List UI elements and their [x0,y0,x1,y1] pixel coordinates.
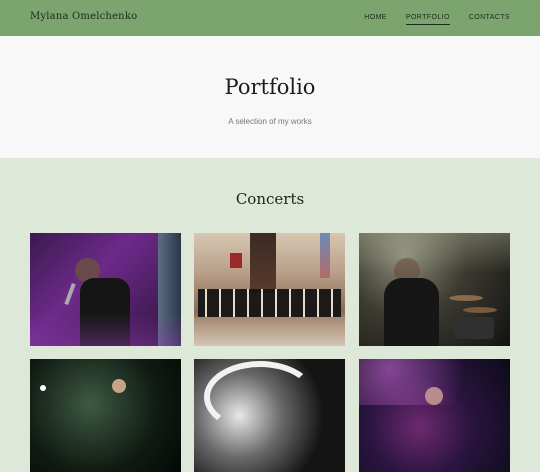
nav-contacts[interactable]: CONTACTS [469,14,510,23]
stage-light [40,385,46,391]
page-title: Portfolio [224,75,316,99]
drum-kit [454,317,494,339]
page-subtitle: A selection of my works [228,117,312,126]
concert-photo-singer-purple[interactable] [30,233,181,346]
concert-photo-monochrome[interactable] [194,359,345,472]
concert-photo-singer-dark[interactable] [30,359,181,472]
stage-glow [30,313,181,346]
organ-pipes [250,233,276,293]
nav-home[interactable]: HOME [364,14,387,23]
section-title-concerts: Concerts [235,190,305,208]
church-pews [194,317,345,346]
concert-photo-purple-light[interactable] [359,359,510,472]
top-navigation-bar: Mylana Omelchenko HOME PORTFOLIO CONTACT… [0,0,540,36]
main-nav: HOME PORTFOLIO CONTACTS [364,0,510,36]
microphone [64,282,76,306]
stained-glass-window [320,233,330,278]
nav-portfolio[interactable]: PORTFOLIO [405,14,450,25]
light-arc [204,361,316,433]
hero-banner: Portfolio A selection of my works [0,36,540,158]
drummer-body [384,278,439,346]
stage-flare [359,359,510,405]
concert-photo-drummer[interactable] [359,233,510,346]
singer-face [112,379,126,393]
site-brand[interactable]: Mylana Omelchenko [30,11,137,22]
cymbal-1 [449,295,483,301]
stage-haze [359,233,510,273]
red-banner [230,253,242,268]
choir-row [198,289,341,317]
concert-photo-choir-church[interactable] [194,233,345,346]
cymbal-2 [463,307,497,313]
